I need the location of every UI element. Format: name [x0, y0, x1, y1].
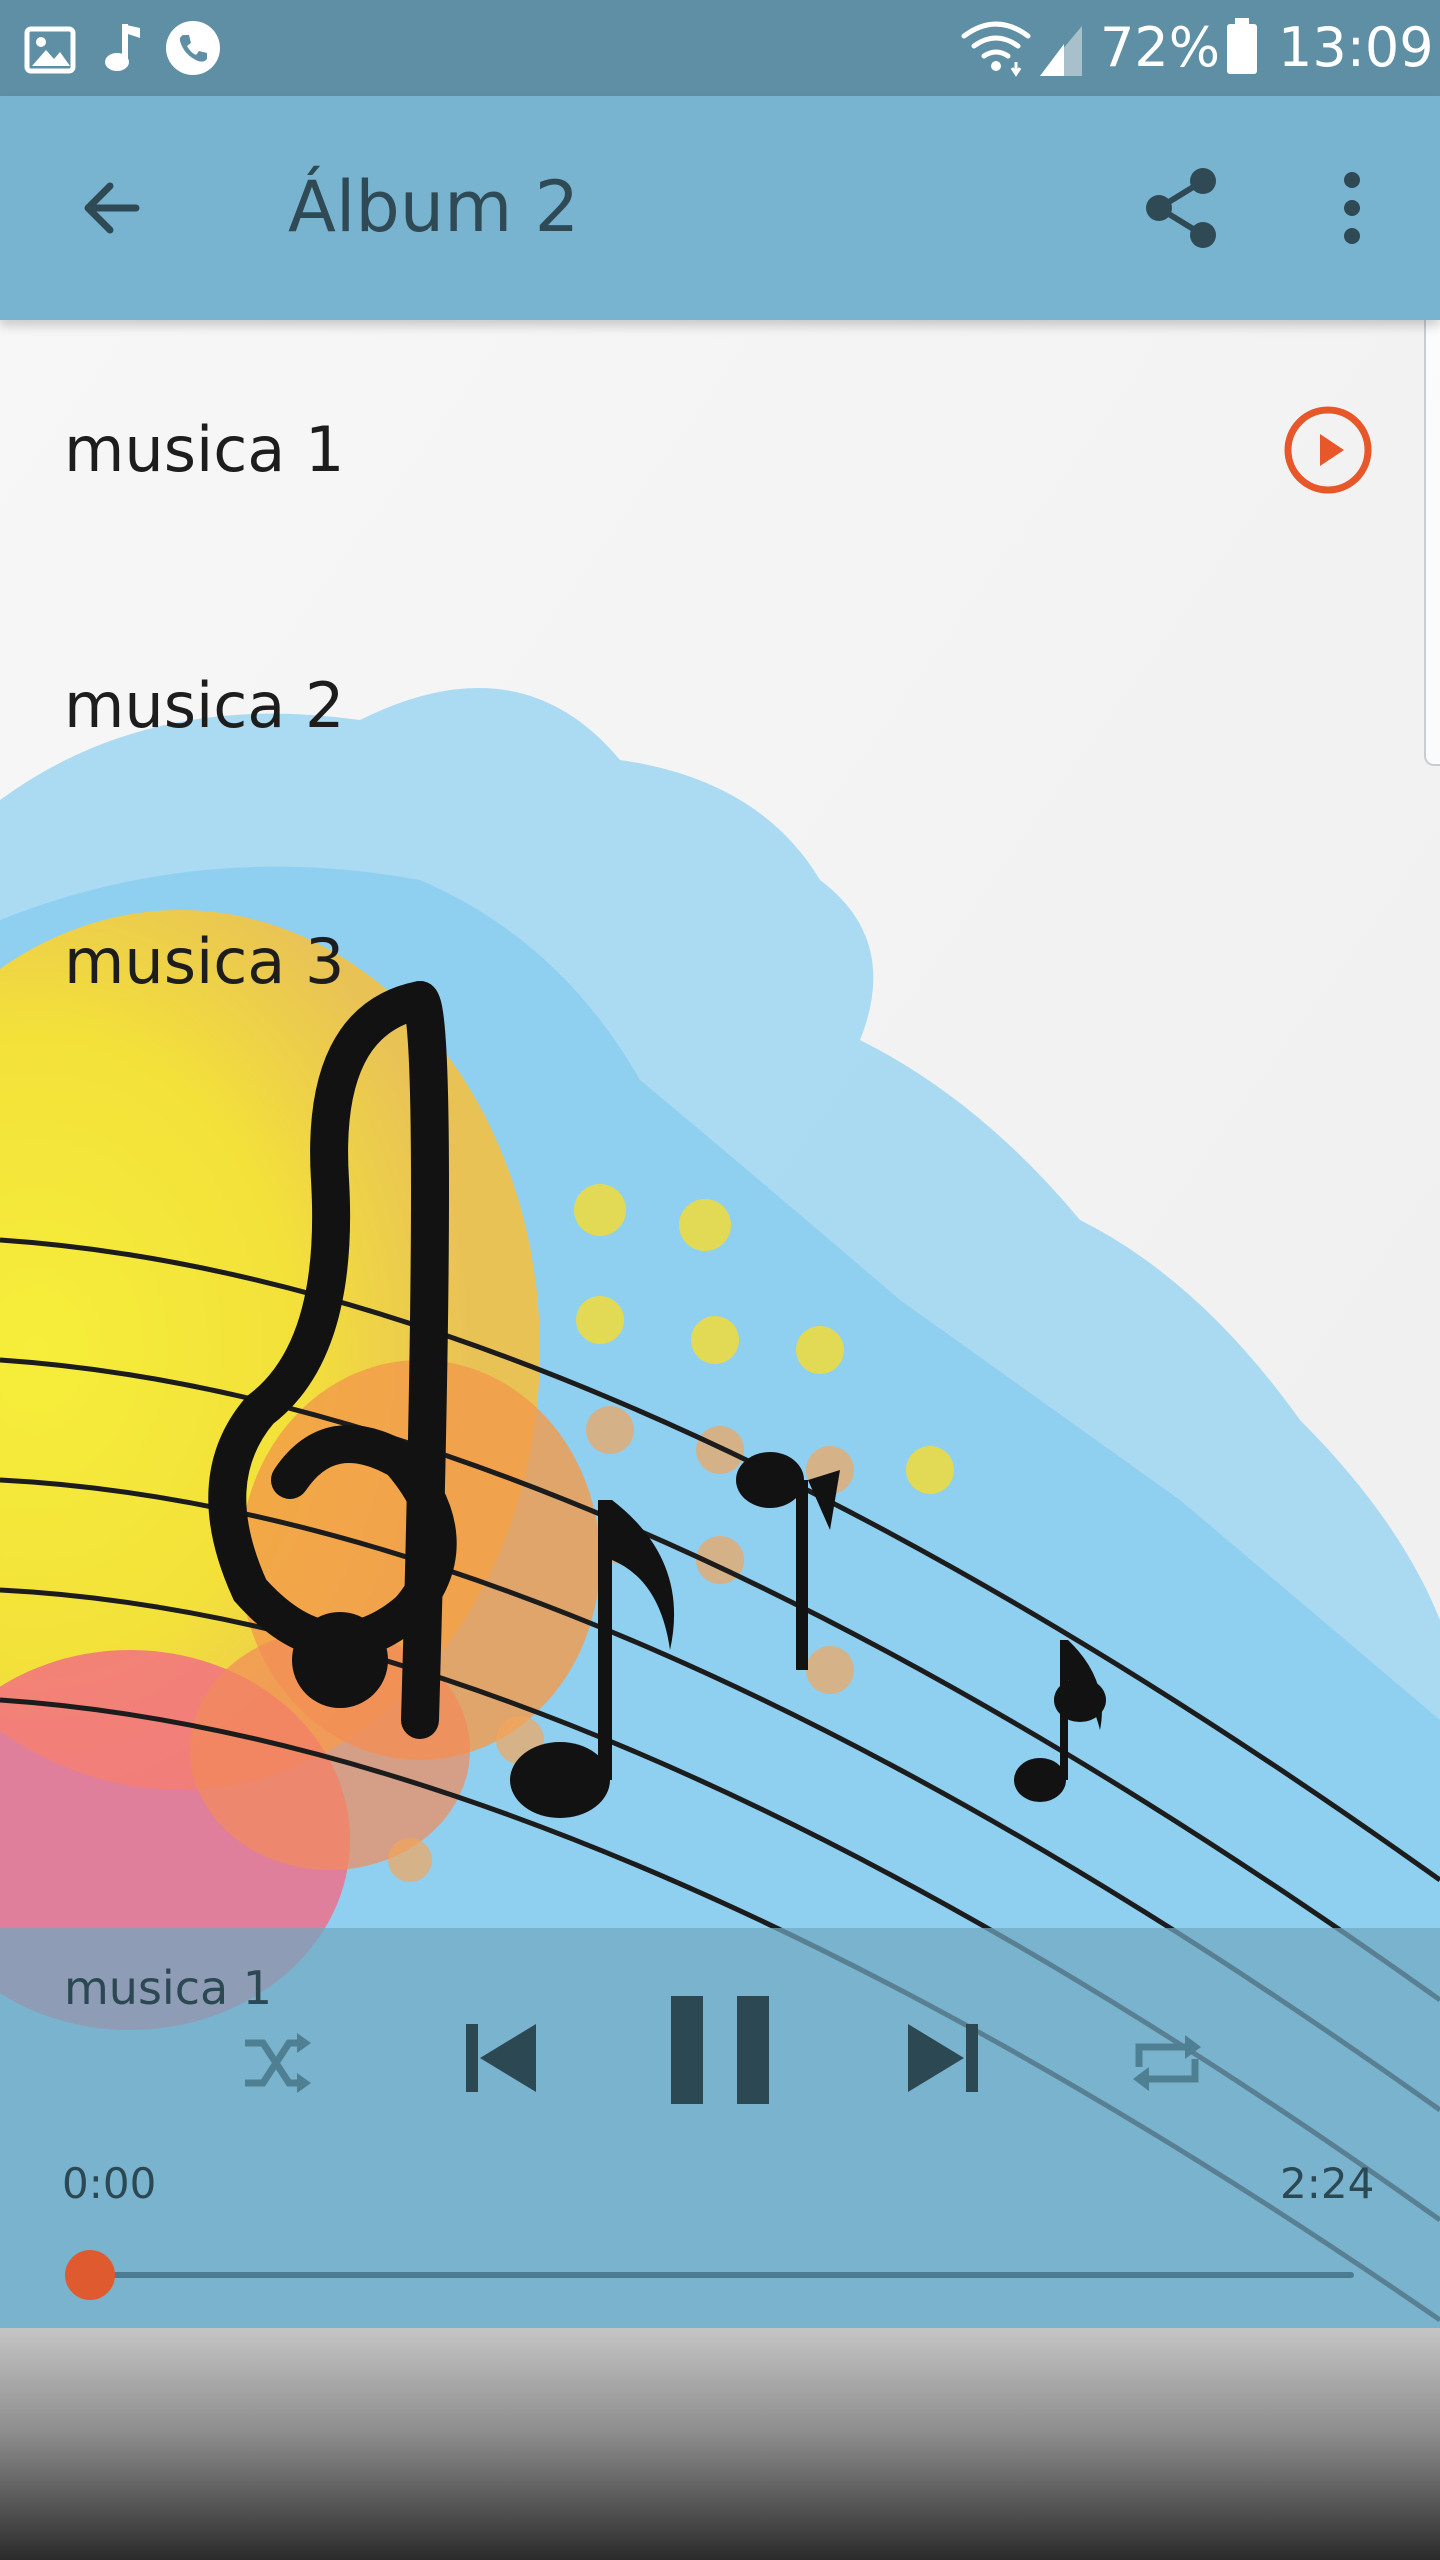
more-vert-icon — [1344, 172, 1360, 244]
status-bar: 72% 13:09 — [0, 0, 1440, 96]
track-item-1[interactable]: musica 1 — [0, 320, 1420, 576]
scroll-handle[interactable] — [1424, 292, 1440, 766]
page-title: Álbum 2 — [288, 166, 580, 248]
next-button[interactable] — [884, 1998, 1004, 2118]
seek-bar[interactable] — [90, 2272, 1354, 2278]
battery-percent: 72% — [1100, 16, 1221, 79]
clock: 13:09 — [1278, 16, 1434, 79]
share-icon — [1146, 168, 1216, 248]
seek-thumb[interactable] — [65, 2250, 115, 2300]
image-icon — [24, 26, 76, 74]
previous-button[interactable] — [440, 1998, 560, 2118]
next-icon — [908, 2024, 978, 2092]
track-title: musica 1 — [64, 413, 345, 486]
repeat-icon — [1133, 2035, 1201, 2091]
total-time: 2:24 — [1280, 2159, 1375, 2208]
share-button[interactable] — [1122, 148, 1242, 268]
play-circle-icon[interactable] — [1280, 402, 1376, 498]
wifi-icon — [961, 21, 1031, 77]
previous-icon — [466, 2024, 536, 2092]
pause-button[interactable] — [650, 1980, 790, 2120]
track-title: musica 3 — [64, 925, 345, 998]
bottom-banner-area — [0, 2328, 1440, 2560]
phone-icon — [166, 21, 220, 75]
music-note-icon — [105, 24, 140, 71]
player-panel: musica 1 0:00 2:24 — [0, 1928, 1440, 2328]
track-list: musica 1 musica 2 musica 3 — [0, 320, 1420, 1088]
battery-icon — [1227, 18, 1257, 74]
track-item-3[interactable]: musica 3 — [0, 832, 1420, 1088]
track-item-2[interactable]: musica 2 — [0, 576, 1420, 832]
shuffle-button[interactable] — [220, 2008, 330, 2118]
more-options-button[interactable] — [1292, 148, 1412, 268]
shuffle-icon — [245, 2033, 311, 2093]
back-button[interactable] — [52, 148, 172, 268]
current-time: 0:00 — [62, 2159, 157, 2208]
repeat-button[interactable] — [1112, 2008, 1222, 2118]
track-title: musica 2 — [64, 669, 345, 742]
app-bar: Álbum 2 — [0, 96, 1440, 320]
back-arrow-icon — [84, 182, 140, 234]
signal-icon — [1040, 26, 1082, 76]
pause-icon — [671, 1996, 769, 2104]
